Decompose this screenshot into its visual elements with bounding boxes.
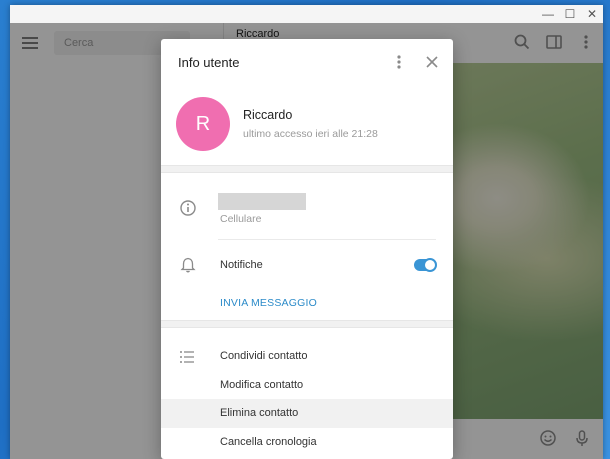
user-profile: R Riccardo ultimo accesso ieri alle 21:2… [161,85,453,165]
contact-actions: Condividi contatto Modifica contatto Eli… [161,328,453,456]
last-seen-status: ultimo accesso ieri alle 21:28 [243,128,378,140]
user-info-dialog: Info utente R Riccardo ultimo accesso ie… [161,39,453,459]
section-divider [161,165,453,173]
avatar[interactable]: R [176,97,230,151]
minimize-button[interactable]: — [537,5,559,23]
window-titlebar: — ☐ ✕ [10,5,603,23]
phone-number-redacted[interactable] [218,193,306,210]
share-contact-button[interactable]: Condividi contatto [161,342,453,371]
dialog-title: Info utente [178,55,240,70]
close-icon[interactable] [423,53,441,71]
delete-contact-button[interactable]: Elimina contatto [161,399,453,428]
bell-icon [180,257,196,273]
contact-info-section: Cellulare Notifiche INVIA MESSAGGIO [161,173,453,320]
notifications-toggle[interactable] [414,258,437,272]
notifications-label: Notifiche [220,259,263,271]
divider [218,239,436,240]
maximize-button[interactable]: ☐ [559,5,581,23]
edit-contact-button[interactable]: Modifica contatto [161,371,453,400]
clear-history-button[interactable]: Cancella cronologia [161,428,453,457]
send-message-button[interactable]: INVIA MESSAGGIO [220,297,317,309]
user-name: Riccardo [243,108,293,122]
more-vertical-icon[interactable] [392,53,406,71]
section-divider [161,320,453,328]
info-icon [180,200,196,216]
close-window-button[interactable]: ✕ [581,5,603,23]
phone-label: Cellulare [220,213,262,225]
